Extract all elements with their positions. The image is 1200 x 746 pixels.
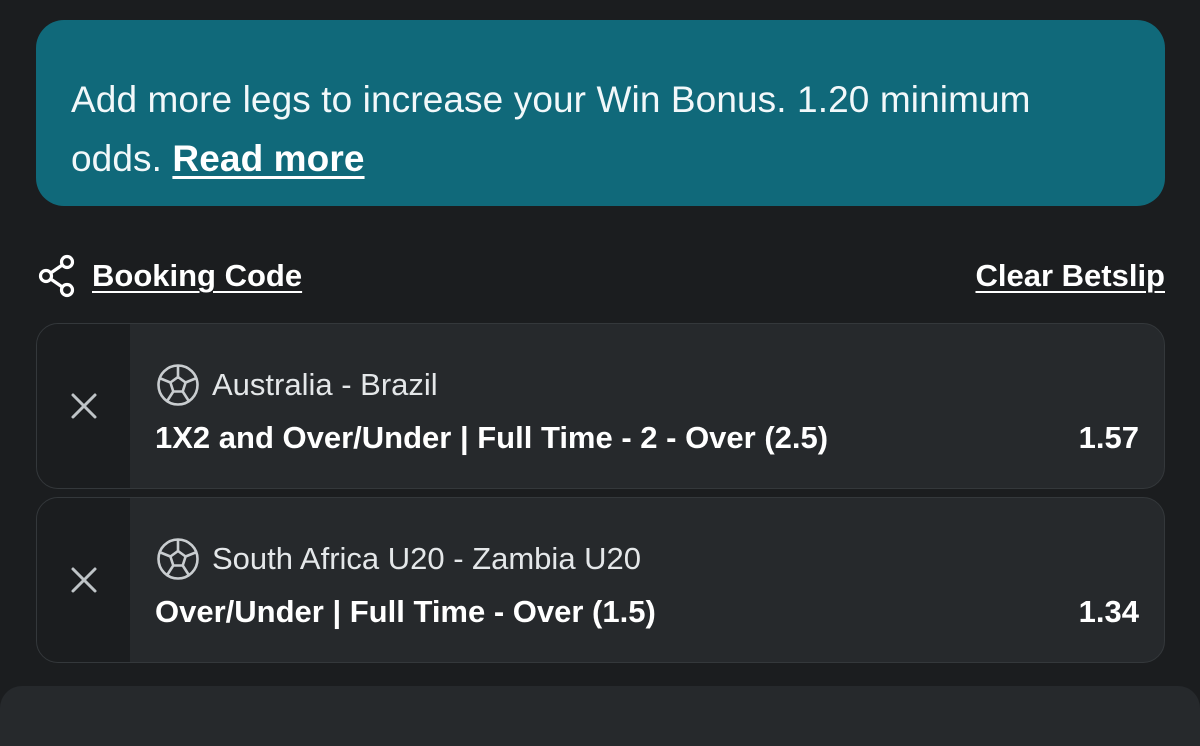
- bet-event-name: South Africa U20 - Zambia U20: [212, 541, 642, 576]
- bet-details: South Africa U20 - Zambia U20 Over/Under…: [130, 498, 1164, 662]
- bet-odds: 1.34: [1078, 594, 1139, 629]
- bet-item: Australia - Brazil 1X2 and Over/Under | …: [36, 323, 1165, 489]
- win-bonus-banner: Add more legs to increase your Win Bonus…: [36, 20, 1165, 206]
- soccer-ball-icon: [157, 538, 199, 580]
- bet-odds: 1.57: [1078, 420, 1139, 455]
- bet-selection: 1X2 and Over/Under | Full Time - 2 - Ove…: [155, 420, 829, 455]
- betslip-toolbar: Booking Code Clear Betslip: [36, 250, 1165, 302]
- remove-bet-button[interactable]: [37, 324, 130, 488]
- bet-item: South Africa U20 - Zambia U20 Over/Under…: [36, 497, 1165, 663]
- share-icon: [38, 254, 75, 298]
- bet-selection: Over/Under | Full Time - Over (1.5): [155, 594, 656, 629]
- read-more-link[interactable]: Read more: [172, 138, 364, 179]
- close-icon: [71, 567, 96, 593]
- bet-event: South Africa U20 - Zambia U20: [155, 536, 641, 582]
- bet-event-name: Australia - Brazil: [212, 367, 438, 402]
- bottom-panel: [0, 686, 1200, 746]
- remove-bet-button[interactable]: [37, 498, 130, 662]
- soccer-ball-icon: [157, 364, 199, 406]
- clear-betslip-button[interactable]: Clear Betslip: [975, 258, 1165, 294]
- booking-code-button[interactable]: Booking Code: [36, 253, 302, 299]
- bet-details: Australia - Brazil 1X2 and Over/Under | …: [130, 324, 1164, 488]
- close-icon: [71, 393, 96, 419]
- booking-code-label: Booking Code: [92, 258, 303, 293]
- bet-event: Australia - Brazil: [155, 362, 438, 408]
